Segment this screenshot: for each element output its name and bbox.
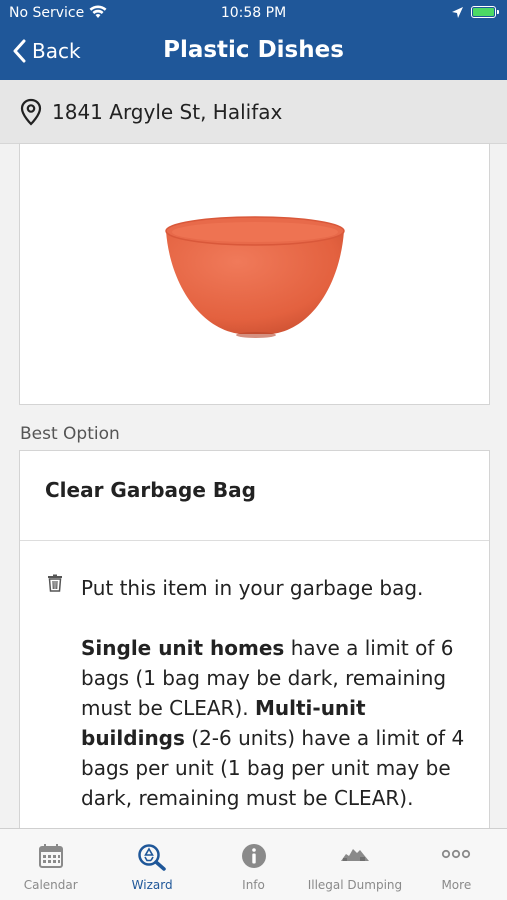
trash-icon [48,574,62,592]
location-pin-icon [20,98,42,126]
tab-label: Info [242,878,265,892]
tab-illegal-dumping[interactable]: Illegal Dumping [304,829,405,900]
info-icon [241,844,266,868]
tab-label: More [441,878,472,892]
more-icon [442,849,471,859]
option-body: Put this item in your garbage bag. Singl… [20,541,489,813]
best-option-card: Clear Garbage Bag Put this item in your … [19,450,490,850]
item-image [19,143,490,405]
status-bar: No Service 10:58 PM [0,0,507,26]
address-text: 1841 Argyle St, Halifax [52,99,283,124]
page-title: Plastic Dishes [163,37,344,63]
tab-label: Wizard [131,878,173,892]
bowl-image [165,216,345,338]
tab-calendar[interactable]: Calendar [0,829,101,900]
limits-text: Single unit homes have a limit of 6 bags… [81,633,469,813]
tab-bar: Calendar Wizard Info Illegal Dumping Mor… [0,828,507,900]
tab-label: Illegal Dumping [307,878,403,892]
navigation-bar: Back Plastic Dishes [0,26,507,80]
tab-more[interactable]: More [406,829,507,900]
location-arrow-icon [452,7,463,18]
clock: 10:58 PM [220,5,287,21]
single-unit-label: Single unit homes [81,636,285,660]
battery-icon [471,6,499,18]
recycle-search-icon [138,844,166,871]
address-bar[interactable]: 1841 Argyle St, Halifax [0,80,507,144]
instruction-text: Put this item in your garbage bag. [81,576,424,600]
calendar-icon [38,844,63,868]
tab-info[interactable]: Info [203,829,304,900]
section-label: Best Option [20,424,120,444]
dumping-icon [340,849,369,861]
option-title: Clear Garbage Bag [20,451,489,541]
tab-label: Calendar [23,878,78,892]
tab-wizard[interactable]: Wizard [101,829,202,900]
